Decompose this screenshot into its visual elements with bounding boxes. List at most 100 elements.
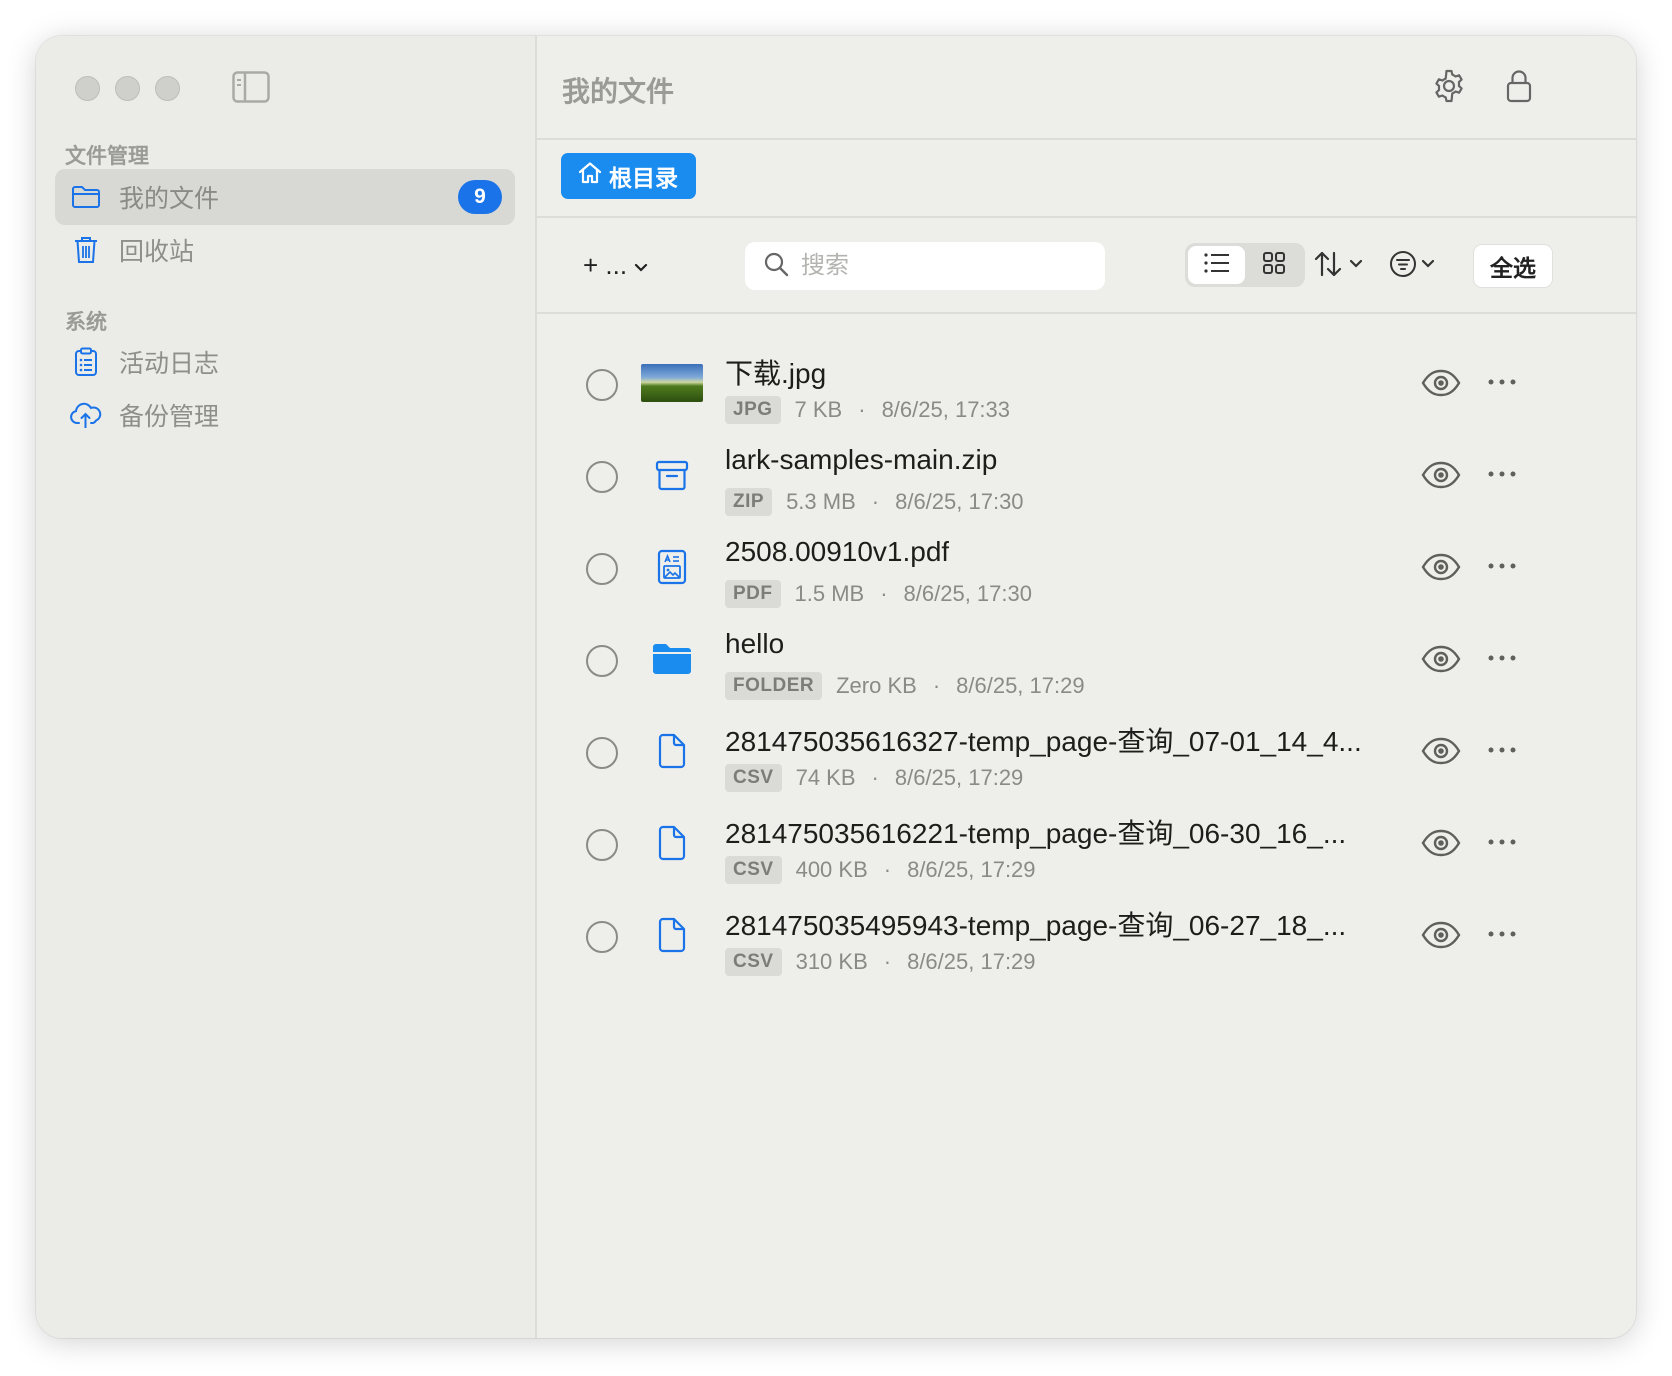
sidebar-item-label: 活动日志 xyxy=(119,350,220,378)
toolbar: + ... 搜索 全选 xyxy=(537,218,1636,314)
preview-eye-icon[interactable] xyxy=(1421,644,1461,674)
sidebar-toggle-icon[interactable] xyxy=(232,71,270,103)
file-type-tag: CSV xyxy=(725,856,782,884)
view-mode-toggle xyxy=(1185,243,1305,287)
file-meta: JPG 7 KB · 8/6/25, 17:33 xyxy=(725,396,1010,424)
folder-filled-icon xyxy=(641,628,703,690)
file-row[interactable]: 281475035616327-temp_page-查询_07-01_14_4.… xyxy=(537,708,1636,800)
file-meta: PDF 1.5 MB · 8/6/25, 17:30 xyxy=(725,580,1032,608)
file-type-tag: PDF xyxy=(725,580,781,608)
file-size: 7 KB xyxy=(794,397,843,422)
file-type-tag: JPG xyxy=(725,396,781,424)
file-meta: FOLDER Zero KB · 8/6/25, 17:29 xyxy=(725,672,1085,700)
preview-eye-icon[interactable] xyxy=(1421,552,1461,582)
minimize-window-button[interactable] xyxy=(115,76,140,101)
select-all-button[interactable]: 全选 xyxy=(1473,244,1553,288)
app-window: 文件管理 我的文件 9 回收站 系统 活动日志 备份管理 我的文件 根目录 + … xyxy=(36,36,1636,1338)
more-options-icon[interactable] xyxy=(1482,922,1522,946)
file-meta: CSV 310 KB · 8/6/25, 17:29 xyxy=(725,948,1036,976)
file-size: 400 KB xyxy=(795,857,868,882)
grid-icon xyxy=(1262,251,1286,280)
add-new-button[interactable]: + ... xyxy=(583,246,649,284)
select-checkbox[interactable] xyxy=(586,461,618,493)
separator-dot: · xyxy=(880,581,888,606)
select-checkbox[interactable] xyxy=(586,645,618,677)
document-icon xyxy=(641,812,703,874)
file-type-tag: FOLDER xyxy=(725,672,823,700)
sort-button[interactable] xyxy=(1313,246,1364,286)
file-list: 下载.jpg JPG 7 KB · 8/6/25, 17:33 lark-sam… xyxy=(537,314,1636,984)
file-row[interactable]: hello FOLDER Zero KB · 8/6/25, 17:29 xyxy=(537,616,1636,708)
file-date: 8/6/25, 17:33 xyxy=(881,397,1011,422)
clipboard-icon xyxy=(69,345,103,379)
file-size: 310 KB xyxy=(795,949,868,974)
select-checkbox[interactable] xyxy=(586,737,618,769)
more-options-icon[interactable] xyxy=(1482,830,1522,854)
file-name: hello xyxy=(725,628,785,659)
file-name: 281475035616221-temp_page-查询_06-30_16_..… xyxy=(725,818,1347,849)
file-meta: CSV 400 KB · 8/6/25, 17:29 xyxy=(725,856,1036,884)
file-type-tag: CSV xyxy=(725,764,782,792)
breadcrumb-root-button[interactable]: 根目录 xyxy=(561,153,696,199)
sidebar-item-backup[interactable]: 备份管理 xyxy=(55,387,515,443)
file-row[interactable]: 281475035495943-temp_page-查询_06-27_18_..… xyxy=(537,892,1636,984)
search-input[interactable] xyxy=(801,252,1081,280)
sidebar-item-activity-log[interactable]: 活动日志 xyxy=(55,334,515,390)
preview-eye-icon[interactable] xyxy=(1421,460,1461,490)
breadcrumb: 根目录 xyxy=(537,140,1636,218)
file-type-tag: ZIP xyxy=(725,488,773,516)
preview-eye-icon[interactable] xyxy=(1421,368,1461,398)
lock-icon[interactable] xyxy=(1499,66,1539,106)
gear-icon[interactable] xyxy=(1429,66,1469,106)
count-badge: 9 xyxy=(458,180,502,214)
document-icon xyxy=(641,904,703,966)
breadcrumb-root-label: 根目录 xyxy=(609,165,678,191)
more-options-icon[interactable] xyxy=(1482,554,1522,578)
preview-eye-icon[interactable] xyxy=(1421,736,1461,766)
select-checkbox[interactable] xyxy=(586,921,618,953)
file-row[interactable]: 下载.jpg JPG 7 KB · 8/6/25, 17:33 xyxy=(537,340,1636,432)
list-icon xyxy=(1203,252,1231,279)
file-name: 2508.00910v1.pdf xyxy=(725,536,950,567)
document-icon xyxy=(641,720,703,782)
image-thumbnail xyxy=(641,352,703,414)
grid-view-button[interactable] xyxy=(1245,246,1302,284)
select-checkbox[interactable] xyxy=(586,369,618,401)
file-date: 8/6/25, 17:29 xyxy=(907,949,1036,974)
more-options-icon[interactable] xyxy=(1482,646,1522,670)
file-size: Zero KB xyxy=(836,673,917,698)
file-meta: CSV 74 KB · 8/6/25, 17:29 xyxy=(725,764,1023,792)
select-checkbox[interactable] xyxy=(586,553,618,585)
file-date: 8/6/25, 17:29 xyxy=(907,857,1036,882)
more-options-icon[interactable] xyxy=(1482,462,1522,486)
select-checkbox[interactable] xyxy=(586,829,618,861)
preview-eye-icon[interactable] xyxy=(1421,828,1461,858)
sidebar-item-my-files[interactable]: 我的文件 9 xyxy=(55,169,515,225)
file-size: 1.5 MB xyxy=(794,581,865,606)
sidebar: 文件管理 我的文件 9 回收站 系统 活动日志 备份管理 xyxy=(36,36,537,1338)
close-window-button[interactable] xyxy=(75,76,100,101)
chevron-down-icon xyxy=(633,250,649,281)
chevron-down-icon xyxy=(1348,257,1364,275)
separator-dot: · xyxy=(883,857,892,882)
page-title: 我的文件 xyxy=(562,76,675,107)
filter-button[interactable] xyxy=(1389,246,1436,286)
zoom-window-button[interactable] xyxy=(155,76,180,101)
file-row[interactable]: lark-samples-main.zip ZIP 5.3 MB · 8/6/2… xyxy=(537,432,1636,524)
section-label-system: 系统 xyxy=(65,311,107,334)
more-options-icon[interactable] xyxy=(1482,738,1522,762)
preview-eye-icon[interactable] xyxy=(1421,920,1461,950)
chevron-down-icon xyxy=(1420,257,1436,275)
separator-dot: · xyxy=(871,765,879,790)
file-date: 8/6/25, 17:30 xyxy=(903,581,1032,606)
file-row[interactable]: 281475035616221-temp_page-查询_06-30_16_..… xyxy=(537,800,1636,892)
archive-icon xyxy=(641,444,703,506)
list-view-button[interactable] xyxy=(1188,246,1245,284)
sidebar-item-trash[interactable]: 回收站 xyxy=(55,222,515,278)
file-row[interactable]: 2508.00910v1.pdf PDF 1.5 MB · 8/6/25, 17… xyxy=(537,524,1636,616)
file-type-tag: CSV xyxy=(725,948,782,976)
separator-dot: · xyxy=(932,673,941,698)
more-options-icon[interactable] xyxy=(1482,370,1522,394)
sort-icon xyxy=(1313,250,1345,283)
sidebar-item-label: 我的文件 xyxy=(119,185,220,213)
